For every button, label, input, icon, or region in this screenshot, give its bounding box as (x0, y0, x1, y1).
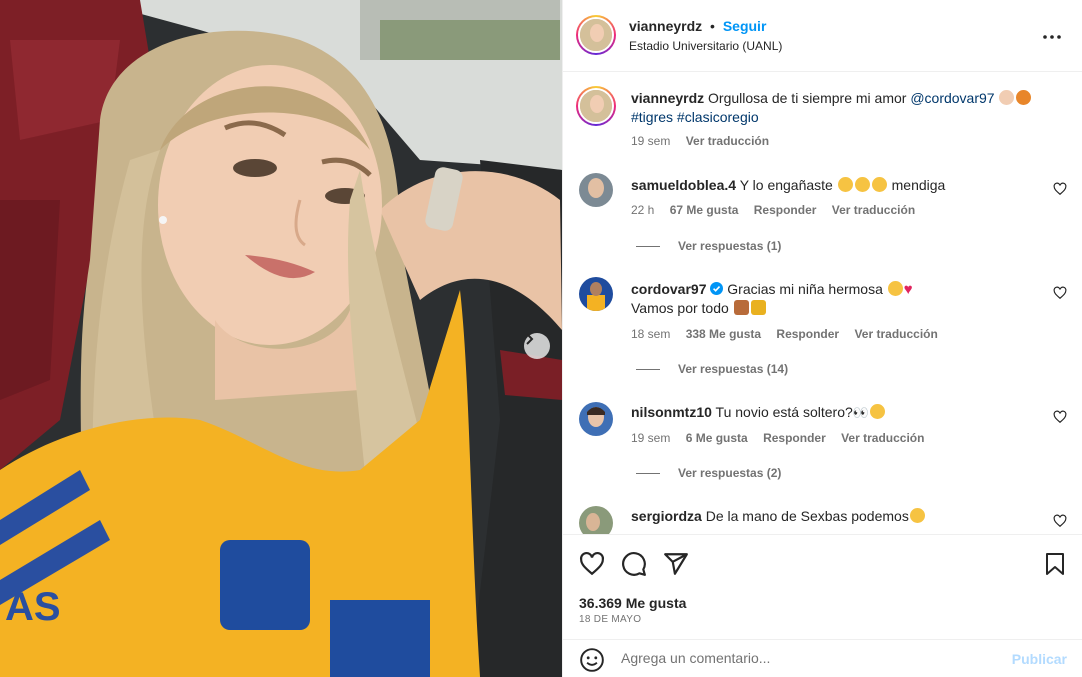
comment-input[interactable] (621, 650, 1001, 666)
comment-composer: Publicar (563, 639, 1082, 677)
comment-likes[interactable]: 6 Me gusta (686, 431, 748, 445)
view-replies-button[interactable]: Ver respuestas (1) (636, 239, 781, 253)
comment-body: De la mano de Sexbas podemos (705, 508, 909, 524)
fist-bump-emoji-icon (733, 300, 749, 315)
caption-text: Orgullosa de ti siempre mi amor (708, 90, 907, 106)
caption-translate[interactable]: Ver traducción (686, 134, 769, 148)
view-replies-button[interactable]: Ver respuestas (2) (636, 466, 781, 480)
caption-meta: 19 sem Ver traducción (631, 134, 781, 148)
chevron-right-icon (526, 333, 534, 345)
comment-like-heart-icon[interactable] (1053, 514, 1067, 528)
view-replies-label: Ver respuestas (1) (678, 239, 782, 253)
comment-text: samueldoblea.4 Y lo engañaste mendiga (631, 176, 945, 195)
post-date: 18 DE MAYO (579, 614, 642, 625)
post-actions: 36.369 Me gusta 18 DE MAYO (563, 534, 1082, 639)
comment-text: cordovar97 Gracias mi niña hermosa ♥ Vam… (631, 280, 913, 318)
replies-divider (636, 472, 660, 474)
comment-time[interactable]: 22 h (631, 203, 654, 217)
verified-badge-icon (710, 282, 724, 295)
comment-body: Y lo engañaste (739, 177, 833, 193)
caption-username[interactable]: vianneyrdz (631, 90, 704, 106)
post-location[interactable]: Estadio Universitario (UANL) (629, 39, 782, 53)
photo-illustration: AS (0, 0, 562, 677)
comment-like-heart-icon[interactable] (1053, 410, 1067, 424)
paper-plane-icon[interactable] (663, 551, 689, 577)
header-separator: • (710, 18, 715, 34)
bookmark-icon[interactable] (1043, 551, 1067, 577)
comment-body-line2: Vamos por todo (631, 300, 729, 316)
caption-mention[interactable]: @cordovar97 (910, 90, 994, 106)
view-replies-label: Ver respuestas (2) (678, 466, 782, 480)
heart-icon[interactable] (579, 551, 605, 577)
commenter-avatar[interactable] (579, 277, 613, 311)
translate-button[interactable]: Ver traducción (832, 203, 915, 217)
commenter-avatar[interactable] (579, 506, 613, 534)
eyes-emoji-icon: 👀 (852, 405, 869, 420)
comment-clip: sergiordza De la mano de Sexbas podemos (563, 500, 1082, 534)
reply-button[interactable]: Responder (776, 327, 839, 341)
author-avatar[interactable] (576, 15, 616, 55)
comment-meta: 19 sem 6 Me gusta Responder Ver traducci… (631, 431, 936, 445)
comment-likes[interactable]: 67 Me gusta (670, 203, 739, 217)
replies-divider (636, 368, 660, 370)
comment-time[interactable]: 18 sem (631, 327, 670, 341)
comment-username[interactable]: cordovar97 (631, 281, 706, 297)
reply-button[interactable]: Responder (754, 203, 817, 217)
comment-bubble-icon[interactable] (621, 551, 647, 577)
caption-time[interactable]: 19 sem (631, 134, 670, 148)
comment-text: nilsonmtz10 Tu novio está soltero?👀 (631, 403, 886, 422)
translate-button[interactable]: Ver traducción (841, 431, 924, 445)
post-header: vianneyrdz • Seguir Estadio Universitari… (563, 0, 1082, 72)
crying-face-emoji-icon (871, 177, 887, 192)
tiger-emoji-icon (1016, 90, 1032, 105)
commenter-avatar[interactable] (579, 173, 613, 207)
view-replies-label: Ver respuestas (14) (678, 362, 789, 376)
scared-face-emoji-icon (909, 508, 925, 523)
comment-body-end: mendiga (891, 177, 946, 193)
comment-like-heart-icon[interactable] (1053, 286, 1067, 300)
caption-hashtags[interactable]: #tigres #clasicoregio (631, 109, 759, 125)
follow-button[interactable]: Seguir (723, 18, 767, 34)
smiley-icon[interactable] (579, 647, 605, 673)
comment-username[interactable]: sergiordza (631, 508, 702, 524)
caption: vianneyrdz Orgullosa de ti siempre mi am… (631, 89, 1051, 127)
comment-username[interactable]: nilsonmtz10 (631, 404, 712, 420)
publish-button[interactable]: Publicar (1012, 651, 1067, 667)
author-username[interactable]: vianneyrdz (629, 18, 702, 34)
more-options-button[interactable] (1043, 26, 1061, 42)
comment-like-heart-icon[interactable] (1053, 182, 1067, 196)
comment-body: Gracias mi niña hermosa (727, 281, 883, 297)
comment-likes[interactable]: 338 Me gusta (686, 327, 761, 341)
heart-eyes-emoji-icon (887, 281, 903, 296)
caption-avatar[interactable] (576, 86, 616, 126)
comment-meta: 18 sem 338 Me gusta Responder Ver traduc… (631, 327, 950, 341)
comment-time[interactable]: 19 sem (631, 431, 670, 445)
next-photo-button[interactable] (524, 333, 550, 359)
clapping-hands-emoji-icon (999, 90, 1015, 105)
comment-username[interactable]: samueldoblea.4 (631, 177, 736, 193)
trophy-emoji-icon (750, 300, 766, 315)
comment-body: Tu novio está soltero? (715, 404, 853, 420)
comment-text: sergiordza De la mano de Sexbas podemos (631, 507, 926, 526)
post-detail-panel: vianneyrdz • Seguir Estadio Universitari… (562, 0, 1082, 677)
view-replies-button[interactable]: Ver respuestas (14) (636, 362, 788, 376)
post-photo: AS (0, 0, 562, 677)
pensive-face-emoji-icon (869, 404, 885, 419)
comment-meta: 22 h 67 Me gusta Responder Ver traducció… (631, 203, 927, 217)
translate-button[interactable]: Ver traducción (854, 327, 937, 341)
reply-button[interactable]: Responder (763, 431, 826, 445)
svg-text:AS: AS (5, 585, 61, 629)
like-count[interactable]: 36.369 Me gusta (579, 595, 686, 611)
red-heart-emoji-icon: ♥ (903, 281, 913, 298)
commenter-avatar[interactable] (579, 402, 613, 436)
more-horizontal-icon (1043, 35, 1061, 39)
crying-face-emoji-icon (854, 177, 870, 192)
worried-face-emoji-icon (837, 177, 853, 192)
replies-divider (636, 245, 660, 247)
